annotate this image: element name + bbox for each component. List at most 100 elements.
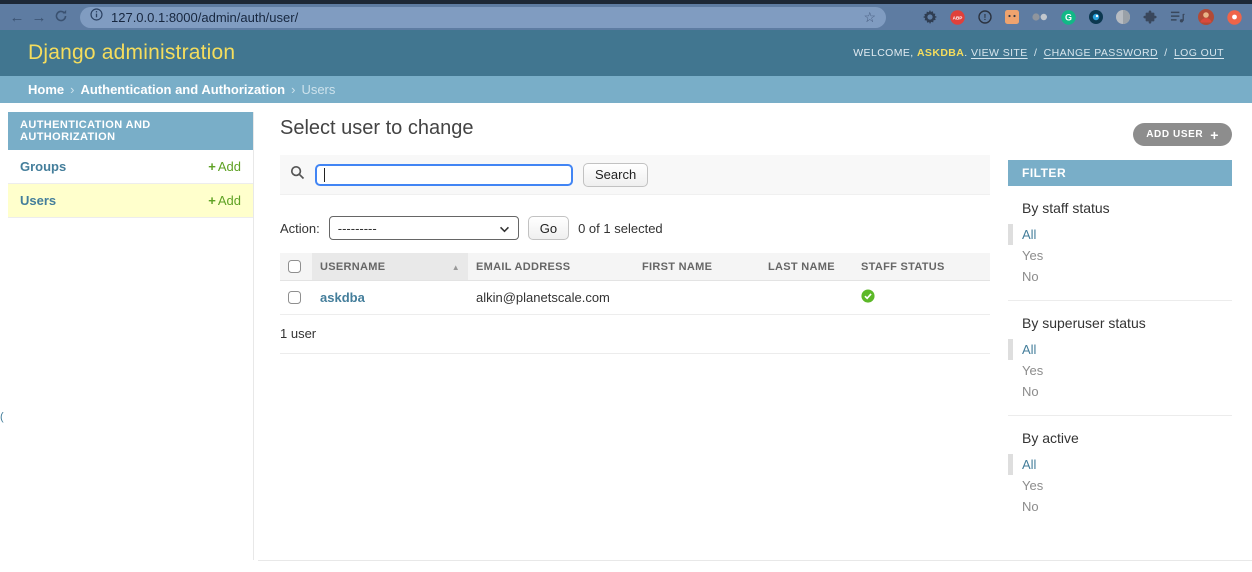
url-bar[interactable]: 127.0.0.1:8000/admin/auth/user/ ☆ (80, 7, 886, 28)
orange-extension-icon[interactable] (1227, 10, 1242, 25)
column-header-last-name[interactable]: LAST NAME (760, 253, 853, 281)
content-bottom-divider (258, 560, 1252, 561)
add-user-link[interactable]: +Add (208, 193, 241, 208)
filter-option-yes[interactable]: Yes (1008, 475, 1232, 496)
reload-icon[interactable] (50, 9, 72, 26)
log-out-link[interactable]: LOG OUT (1174, 47, 1224, 59)
sphere-extension-icon[interactable] (1116, 10, 1130, 24)
filter-option-yes[interactable]: Yes (1008, 360, 1232, 381)
sidebar-app-caption[interactable]: AUTHENTICATION AND AUTHORIZATION (8, 112, 253, 150)
face-extension-icon[interactable] (1005, 10, 1019, 24)
filter-option-all[interactable]: All (1008, 454, 1232, 475)
action-label: Action: (280, 221, 320, 236)
actions-bar: Action: --------- Go 0 of 1 selected (280, 216, 990, 240)
chevron-down-icon (499, 221, 510, 236)
left-edge-glyph: ( (0, 411, 4, 423)
column-header-username[interactable]: USERNAME▲ (312, 253, 468, 281)
svg-text:G: G (1065, 12, 1072, 22)
breadcrumb-home-link[interactable]: Home (28, 82, 64, 97)
grammarly-extension-icon[interactable]: G (1061, 10, 1076, 25)
filter-heading: By active (1022, 430, 1218, 446)
browser-toolbar: ← → 127.0.0.1:8000/admin/auth/user/ ☆ AB… (0, 4, 1252, 30)
filter-option-yes[interactable]: Yes (1008, 245, 1232, 266)
add-group-link[interactable]: +Add (208, 159, 241, 174)
row-checkbox[interactable] (288, 291, 301, 304)
filter-section-active: By active All Yes No (1008, 415, 1232, 530)
gear-extension-icon[interactable] (923, 10, 937, 24)
paginator: 1 user (280, 315, 990, 354)
filter-option-no[interactable]: No (1008, 496, 1232, 517)
table-row: askdba alkin@planetscale.com (280, 281, 990, 315)
sort-ascending-icon[interactable]: ▲ (452, 263, 460, 272)
browser-window: ← → 127.0.0.1:8000/admin/auth/user/ ☆ AB… (0, 0, 1252, 572)
search-icon (290, 165, 305, 185)
filter-panel: FILTER By staff status All Yes No By sup… (1008, 160, 1232, 530)
plus-icon: + (208, 193, 216, 208)
filter-section-staff-status: By staff status All Yes No (1008, 200, 1232, 300)
groups-link[interactable]: Groups (20, 159, 66, 174)
column-header-staff-status[interactable]: STAFF STATUS (853, 253, 990, 281)
email-cell: alkin@planetscale.com (468, 281, 634, 315)
go-button[interactable]: Go (528, 216, 569, 240)
user-tools: WELCOME, ASKDBA. VIEW SITE / CHANGE PASS… (853, 47, 1224, 59)
search-button[interactable]: Search (583, 163, 648, 187)
extensions-row: ABP ! G (923, 9, 1244, 25)
breadcrumb-current: Users (301, 82, 335, 97)
users-link[interactable]: Users (20, 193, 56, 208)
staff-status-yes-icon (861, 291, 875, 306)
changelist-main: Select user to change Search Action: ---… (280, 103, 990, 354)
plus-icon: + (1210, 128, 1219, 142)
user-row-link[interactable]: askdba (320, 290, 365, 305)
change-password-link[interactable]: CHANGE PASSWORD (1044, 47, 1158, 59)
selection-note: 0 of 1 selected (578, 221, 663, 236)
playlist-extension-icon[interactable] (1170, 10, 1185, 24)
site-info-icon[interactable] (90, 8, 103, 26)
add-user-button[interactable]: ADD USER+ (1133, 123, 1232, 146)
view-site-link[interactable]: VIEW SITE (971, 47, 1028, 59)
search-input[interactable] (315, 164, 573, 186)
filter-option-all[interactable]: All (1008, 224, 1232, 245)
browser-chrome: ← → 127.0.0.1:8000/admin/auth/user/ ☆ AB… (0, 0, 1252, 30)
action-selected-option: --------- (338, 221, 377, 236)
results-table: USERNAME▲ EMAIL ADDRESS FIRST NAME LAST … (280, 253, 990, 315)
bookmark-star-icon[interactable]: ☆ (863, 9, 876, 26)
plus-icon: + (208, 159, 216, 174)
welcome-text: WELCOME, (853, 47, 913, 59)
eye-extension-icon[interactable] (1089, 10, 1103, 24)
filter-heading: By staff status (1022, 200, 1218, 216)
svg-text:!: ! (984, 13, 987, 22)
last-name-cell (760, 281, 853, 315)
forward-icon[interactable]: → (28, 10, 50, 25)
select-all-checkbox[interactable] (288, 260, 301, 273)
page-content: AUTHENTICATION AND AUTHORIZATION Groups … (0, 103, 1252, 572)
column-header-email[interactable]: EMAIL ADDRESS (468, 253, 634, 281)
adblock-extension-icon[interactable]: ABP (950, 10, 965, 25)
current-username: ASKDBA (917, 47, 964, 59)
admin-header: Django administration WELCOME, ASKDBA. V… (0, 30, 1252, 76)
filter-option-no[interactable]: No (1008, 381, 1232, 402)
dots-extension-icon[interactable] (1032, 13, 1048, 21)
text-caret (324, 168, 325, 182)
filter-title: FILTER (1008, 160, 1232, 186)
url-text[interactable]: 127.0.0.1:8000/admin/auth/user/ (111, 10, 855, 25)
filter-heading: By superuser status (1022, 315, 1218, 331)
alert-extension-icon[interactable]: ! (978, 10, 992, 24)
filter-option-no[interactable]: No (1008, 266, 1232, 287)
sidebar-item-groups[interactable]: Groups +Add (8, 150, 253, 184)
profile-avatar[interactable] (1198, 9, 1214, 25)
puzzle-extensions-icon[interactable] (1143, 10, 1157, 24)
breadcrumb: Home › Authentication and Authorization … (0, 76, 1252, 103)
sidebar-item-users[interactable]: Users +Add (8, 184, 253, 218)
site-title[interactable]: Django administration (28, 41, 235, 65)
select-all-header (280, 253, 312, 281)
column-header-first-name[interactable]: FIRST NAME (634, 253, 760, 281)
back-icon[interactable]: ← (6, 10, 28, 25)
action-select[interactable]: --------- (329, 216, 519, 240)
first-name-cell (634, 281, 760, 315)
filter-option-all[interactable]: All (1008, 339, 1232, 360)
breadcrumb-app-link[interactable]: Authentication and Authorization (80, 82, 285, 97)
app-sidebar: AUTHENTICATION AND AUTHORIZATION Groups … (8, 112, 254, 560)
table-header-row: USERNAME▲ EMAIL ADDRESS FIRST NAME LAST … (280, 253, 990, 281)
page-title: Select user to change (280, 117, 990, 140)
filter-section-superuser-status: By superuser status All Yes No (1008, 300, 1232, 415)
